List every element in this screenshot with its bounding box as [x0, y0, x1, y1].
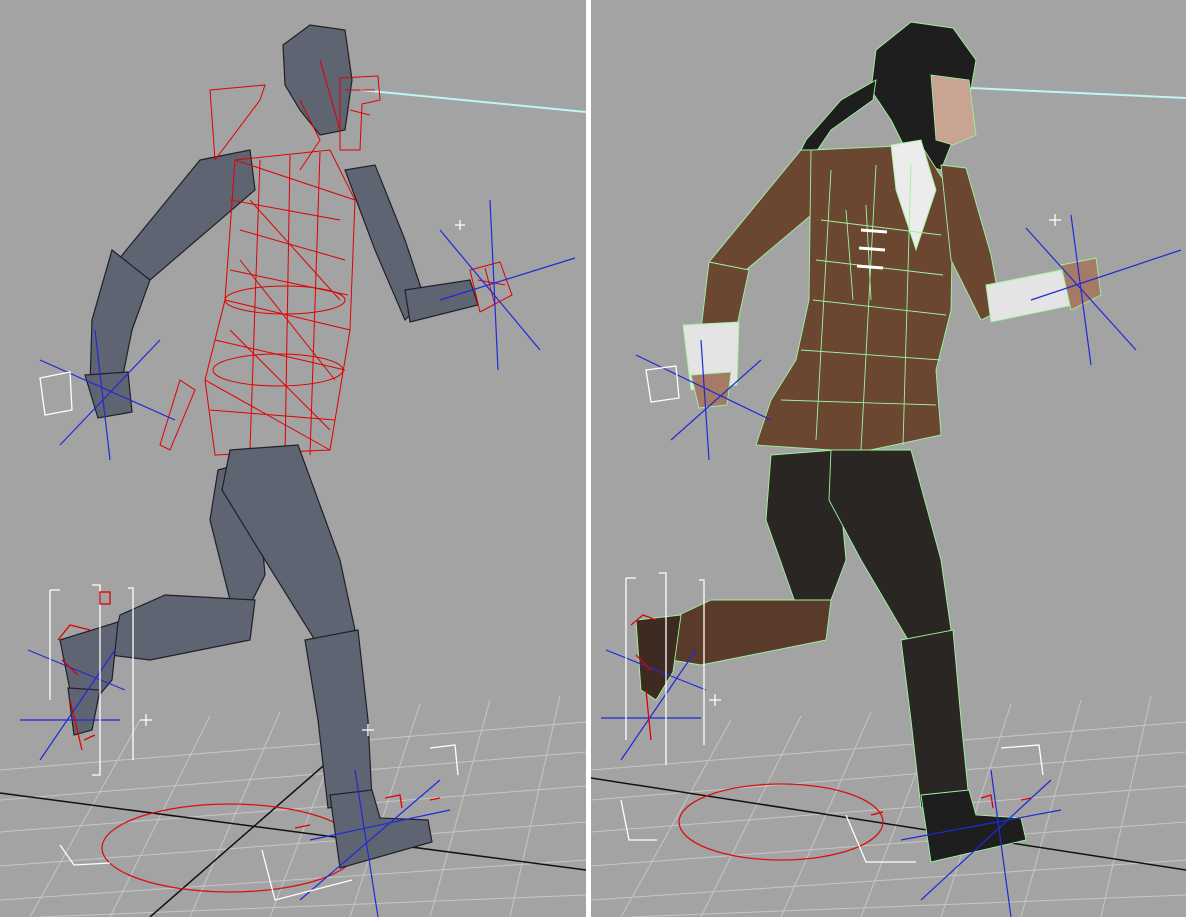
viewport-left[interactable] — [0, 0, 586, 917]
front-arm-bones[interactable] — [344, 164, 479, 323]
look-target-line — [359, 89, 586, 113]
face-mesh[interactable] — [930, 74, 977, 146]
torso-wireframe — [159, 84, 356, 456]
root-circle-helper[interactable] — [678, 783, 884, 861]
back-arm-bones[interactable] — [84, 149, 256, 419]
front-arm-mesh[interactable] — [940, 164, 1102, 323]
back-leg-mesh[interactable] — [635, 449, 847, 701]
look-target-line — [970, 87, 1186, 99]
head-bone[interactable] — [282, 24, 353, 136]
viewport-left-scene — [0, 24, 586, 917]
grid-axis — [591, 777, 1186, 871]
grid-axis — [0, 792, 586, 871]
ground-grid — [591, 695, 1186, 917]
grid-axis — [149, 759, 331, 917]
viewport-right-scene — [591, 21, 1186, 917]
viewport-right[interactable] — [591, 0, 1186, 917]
